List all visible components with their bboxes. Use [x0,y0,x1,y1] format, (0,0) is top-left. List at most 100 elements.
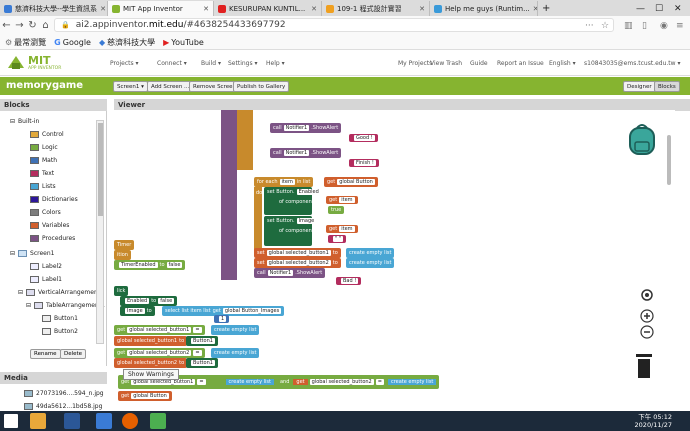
set-selected2[interactable]: set global selected_button2 to [254,258,341,268]
builtin-math[interactable]: Math [30,157,57,164]
set-enabled[interactable]: Enabled to false [120,296,178,306]
publish-button[interactable]: Publish to Gallery [233,81,290,92]
app-icon[interactable] [150,413,166,429]
get-selected1[interactable]: get global selected_button1 = [114,325,205,335]
bookmark-item[interactable]: ⚙ 最常瀏覽 [5,37,46,48]
scrollbar-thumb[interactable] [98,123,103,216]
firefox-icon[interactable] [122,413,138,429]
bookmark-item[interactable]: ▶ YouTube [163,38,204,47]
zoom-out-icon[interactable] [640,325,654,339]
explorer-icon[interactable] [30,413,46,429]
add-screen-button[interactable]: Add Screen ... [147,81,194,92]
text-finish[interactable]: Finish ! [349,159,379,167]
link-my-projects[interactable]: My Projects [398,60,432,67]
menu-settings[interactable]: Settings ▾ [228,60,258,67]
create-empty-list[interactable]: create empty list [211,348,260,358]
bookmark-item[interactable]: G Google [54,38,91,47]
link-guide[interactable]: Guide [470,60,488,67]
get-global-button[interactable]: get global Button [324,177,378,187]
builtin-control[interactable]: Control [30,131,64,138]
builtin-logic[interactable]: Logic [30,144,58,151]
forward-icon[interactable]: → [13,20,26,31]
tree-builtin[interactable]: ⊟ Built-in [10,118,39,125]
set-image[interactable]: Image to [120,306,155,316]
rename-button[interactable]: Rename [30,349,61,359]
media-file[interactable]: 27073196....594_n.jpg [24,390,104,397]
browser-tab-active[interactable]: MIT App Inventor ✕ [108,1,214,16]
close-tab-icon[interactable]: ✕ [419,5,425,13]
link-view-trash[interactable]: View Trash [430,60,462,67]
set-timer-enabled[interactable]: TimerEnabled to false [114,260,186,270]
get-item[interactable]: get item [326,196,358,204]
start-icon[interactable] [4,414,18,428]
library-icon[interactable]: ▥ [624,21,633,31]
bookmark-item[interactable]: ◆ 慈濟科技大學 [99,37,155,48]
close-tab-icon[interactable]: ✕ [311,5,317,13]
create-empty-list[interactable]: create empty list [346,258,395,268]
builtin-colors[interactable]: Colors [30,209,61,216]
builtin-text[interactable]: Text [30,170,54,177]
get-selected2[interactable]: get global selected_button2 = [114,348,205,358]
delete-button[interactable]: Delete [60,349,87,359]
minimize-icon[interactable]: — [632,1,650,16]
tree-screen1[interactable]: ⊟ Screen1 [10,250,54,257]
procedure-block[interactable] [221,110,237,280]
click-event[interactable]: lick [114,286,129,296]
blocks-workspace[interactable]: else else call Notifier1 .ShowAlert notice… [114,110,675,410]
word-icon[interactable] [64,413,80,429]
component-vertical-arrangement[interactable]: ⊟ VerticalArrangement1 [18,289,104,296]
builtin-variables[interactable]: Variables [30,222,69,229]
browser-tab[interactable]: 慈濟科技大學--學生資訊系 ✕ [0,1,108,16]
for-each-block[interactable]: for each item in list [254,177,314,187]
new-tab-button[interactable]: + [538,1,554,16]
builtin-procedures[interactable]: Procedures [30,235,75,242]
call-showalert-finish[interactable]: call Notifier1 .ShowAlert [270,148,342,158]
set-selected1[interactable]: set global selected_button1 to [254,248,341,258]
component-label2[interactable]: Label2 [30,263,62,270]
backpack-icon[interactable] [626,122,658,156]
button1-component[interactable]: Button1 [186,336,218,346]
menu-projects[interactable]: Projects ▾ [110,60,139,67]
center-icon[interactable] [640,288,654,302]
create-empty-list[interactable]: create empty list [211,325,260,335]
app-icon[interactable] [96,413,112,429]
number-block[interactable]: 1 [214,315,230,323]
menu-build[interactable]: Build ▾ [201,60,221,67]
address-bar[interactable]: 🔒 ai2.appinventor. mit.edu/#4638254433697… [54,18,614,32]
sidebar-icon[interactable]: ▯ [642,21,647,31]
close-window-icon[interactable]: ✕ [670,1,690,16]
account-icon[interactable]: ◉ [660,21,668,31]
menu-help[interactable]: Help ▾ [266,60,285,67]
builtin-dictionaries[interactable]: Dictionaries [30,196,78,203]
set-selected1-button1[interactable]: global selected_button1 to [114,336,188,346]
component-table-arrangement[interactable]: ⊟ TableArrangement1 [26,302,105,309]
designer-button[interactable]: Designer [623,81,656,92]
menu-icon[interactable]: ≡ [676,21,684,31]
call-showalert-bad[interactable]: call Notifier1 .ShowAlert [254,268,326,278]
text-bad[interactable]: Bad ! [336,277,362,285]
browser-tab[interactable]: 109-1 程式設計實習 ✕ [322,1,430,16]
get-global-button[interactable]: get global Button [118,391,172,401]
media-file[interactable]: 49da5612...1bd58.jpg [24,403,102,410]
back-icon[interactable]: ← [0,20,13,31]
browser-tab[interactable]: Help me guys (Runtim... ✕ [430,1,538,16]
zoom-in-icon[interactable] [640,309,654,323]
close-tab-icon[interactable]: ✕ [203,5,209,13]
component-button2[interactable]: Button2 [42,328,78,335]
condition-block[interactable]: ition [114,250,131,260]
maximize-icon[interactable]: ☐ [651,1,669,16]
system-clock[interactable]: 下午 05:12 2020/11/27 [635,413,672,429]
bookmark-star-icon[interactable]: ☆ [601,21,609,31]
trash-icon[interactable] [634,352,654,380]
show-warnings-button[interactable]: Show Warnings [123,369,179,380]
link-report-issue[interactable]: Report an Issue [497,60,544,67]
screen-select[interactable]: Screen1 ▾ [113,81,148,92]
reload-icon[interactable]: ↻ [26,20,39,31]
blocks-scrollbar[interactable] [96,120,104,344]
page-actions-icon[interactable]: ··· [585,21,594,31]
if-block[interactable] [237,110,253,170]
button1-component[interactable]: Button1 [186,358,218,368]
create-empty-list[interactable]: create empty list [346,248,395,258]
true-block[interactable]: true [328,206,345,214]
component-button1[interactable]: Button1 [42,315,78,322]
